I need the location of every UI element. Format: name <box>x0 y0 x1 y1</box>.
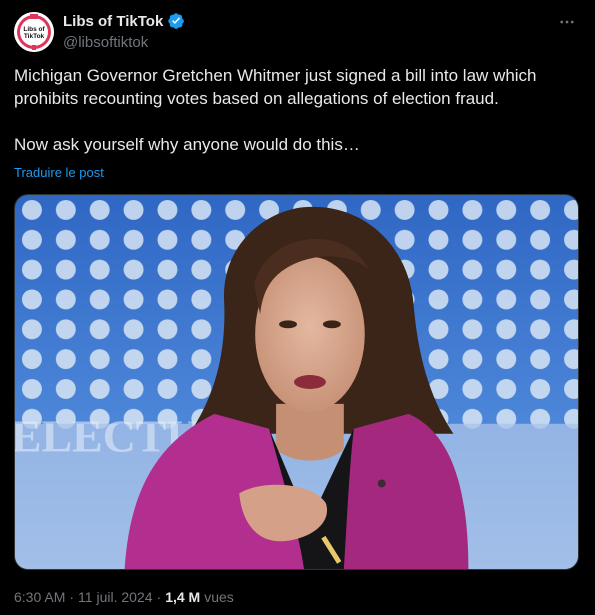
tweet-time[interactable]: 6:30 AM <box>14 589 65 605</box>
avatar-text-line1: Libs of <box>23 26 45 33</box>
more-options-button[interactable] <box>555 10 579 34</box>
display-name-row: Libs of TikTok <box>63 11 185 31</box>
meta-separator: · <box>156 589 162 605</box>
tweet-meta: 6:30 AM · 11 juil. 2024 · 1,4 M vues <box>14 589 234 605</box>
tweet-text: Michigan Governor Gretchen Whitmer just … <box>14 64 580 156</box>
tweet-date[interactable]: 11 juil. 2024 <box>78 589 152 605</box>
avatar-text-line2: TikTok <box>24 33 45 40</box>
tweet-photo[interactable]: ELECTU <box>14 194 579 570</box>
tweet-paragraph-2: Now ask yourself why anyone would do thi… <box>14 135 360 154</box>
account-handle[interactable]: @libsoftiktok <box>63 34 185 51</box>
meta-separator: · <box>69 589 75 605</box>
display-name[interactable]: Libs of TikTok <box>63 13 163 30</box>
tweet-paragraph-1: Michigan Governor Gretchen Whitmer just … <box>14 66 537 108</box>
tweet-card: Libs of TikTok Libs of TikTok @libsoftik… <box>0 0 595 615</box>
verified-badge-icon[interactable] <box>167 12 185 30</box>
tweet-header: Libs of TikTok Libs of TikTok @libsoftik… <box>14 10 581 58</box>
libs-of-tiktok-logo-icon: Libs of TikTok <box>14 12 54 52</box>
views-label: vues <box>204 589 234 605</box>
views-count: 1,4 M <box>165 589 201 605</box>
account-names: Libs of TikTok @libsoftiktok <box>63 11 185 51</box>
translate-post-link[interactable]: Traduire le post <box>14 165 104 180</box>
more-options-icon <box>560 20 574 24</box>
avatar[interactable]: Libs of TikTok <box>14 12 54 52</box>
photo-image: ELECTU <box>15 195 578 569</box>
